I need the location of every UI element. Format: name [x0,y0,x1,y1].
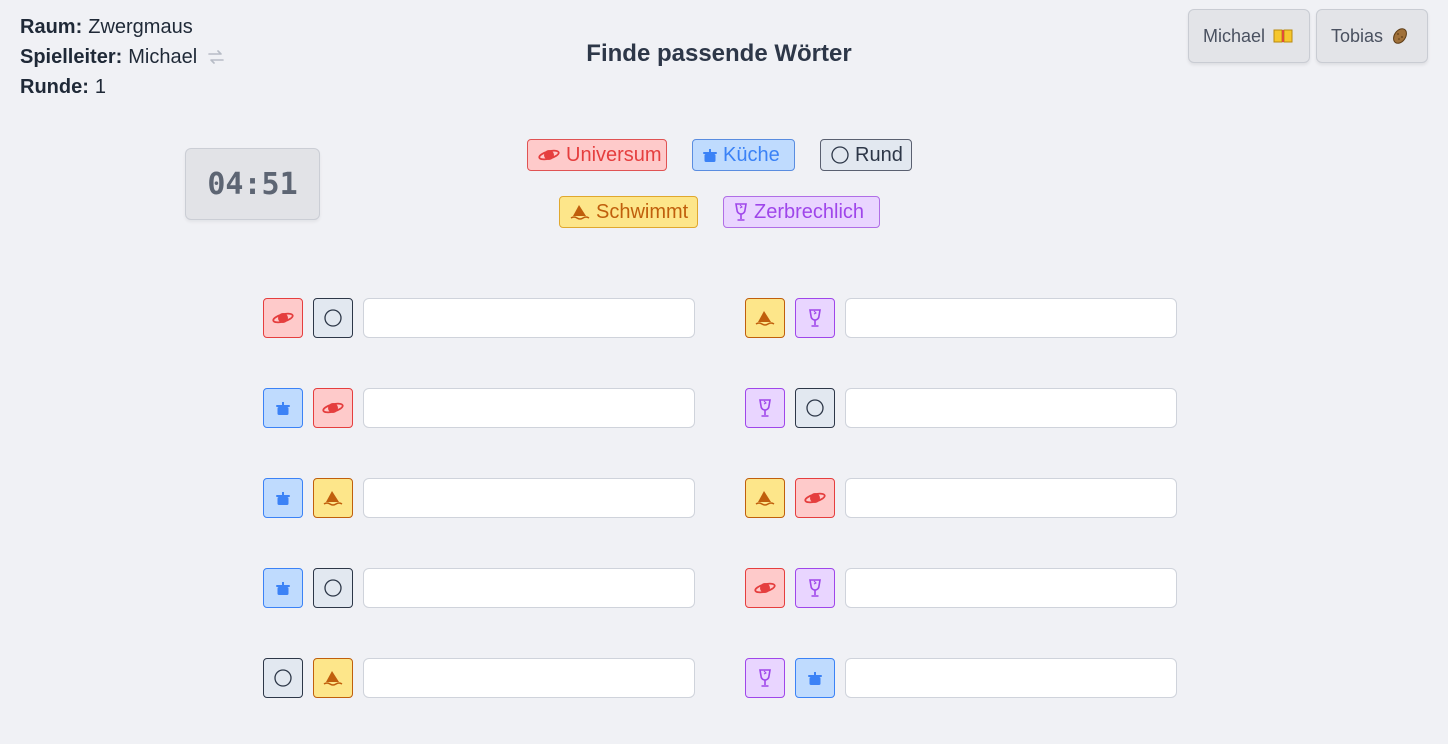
round-number: 1 [94,76,107,98]
sailboat-icon [745,478,785,518]
planet-icon [313,388,353,428]
answer-input-fragile-round[interactable] [845,388,1177,428]
room-name: Zwergmaus [88,16,193,38]
planet-icon [263,298,303,338]
pot-icon [795,658,835,698]
countdown-timer: 04:51 [185,148,320,220]
wine-glass-icon [795,568,835,608]
player-button-michael[interactable]: Michael [1188,9,1310,63]
player-name: Michael [1203,25,1266,46]
answer-input-kitchen-swim[interactable] [363,478,695,518]
answer-input-kitchen-round[interactable] [363,568,695,608]
category-label: Schwimmt [596,200,689,223]
wine-glass-icon [745,388,785,428]
circle-icon [313,568,353,608]
sailboat-icon [745,298,785,338]
answer-input-kitchen-universe[interactable] [363,388,695,428]
round-row: Runde: 1 [20,72,225,102]
answer-input-universe-round[interactable] [363,298,695,338]
answer-input-round-swim[interactable] [363,658,695,698]
room-label: Raum: [20,16,83,38]
sailboat-icon [313,658,353,698]
planet-icon [795,478,835,518]
category-tag-kitchen: Küche [692,139,795,171]
circle-icon [831,146,849,164]
round-label: Runde: [20,76,89,98]
potato-icon [1391,27,1409,45]
book-icon [1273,29,1293,43]
wine-glass-icon [745,658,785,698]
pot-icon [263,388,303,428]
sailboat-icon [313,478,353,518]
sailboat-icon [570,204,590,220]
category-tag-fragile: Zerbrechlich [723,196,880,228]
answer-input-fragile-kitchen[interactable] [845,658,1177,698]
answer-input-swim-fragile[interactable] [845,298,1177,338]
pot-icon [703,148,717,162]
category-label: Zerbrechlich [754,200,865,223]
category-tag-round: Rund [820,139,912,171]
category-label: Rund [855,143,903,166]
category-label: Küche [723,143,780,166]
planet-icon [538,148,560,162]
circle-icon [795,388,835,428]
player-button-tobias[interactable]: Tobias [1316,9,1428,63]
room-row: Raum: Zwergmaus [20,12,225,42]
wine-glass-icon [734,203,748,221]
category-tag-swim: Schwimmt [559,196,698,228]
circle-icon [263,658,303,698]
answer-input-universe-fragile[interactable] [845,568,1177,608]
wine-glass-icon [795,298,835,338]
category-tag-universe: Universum [527,139,667,171]
planet-icon [745,568,785,608]
answer-input-swim-universe[interactable] [845,478,1177,518]
pot-icon [263,568,303,608]
category-label: Universum [566,143,662,166]
circle-icon [313,298,353,338]
player-name: Tobias [1331,25,1384,46]
pot-icon [263,478,303,518]
player-list: Michael Tobias [1188,9,1428,63]
